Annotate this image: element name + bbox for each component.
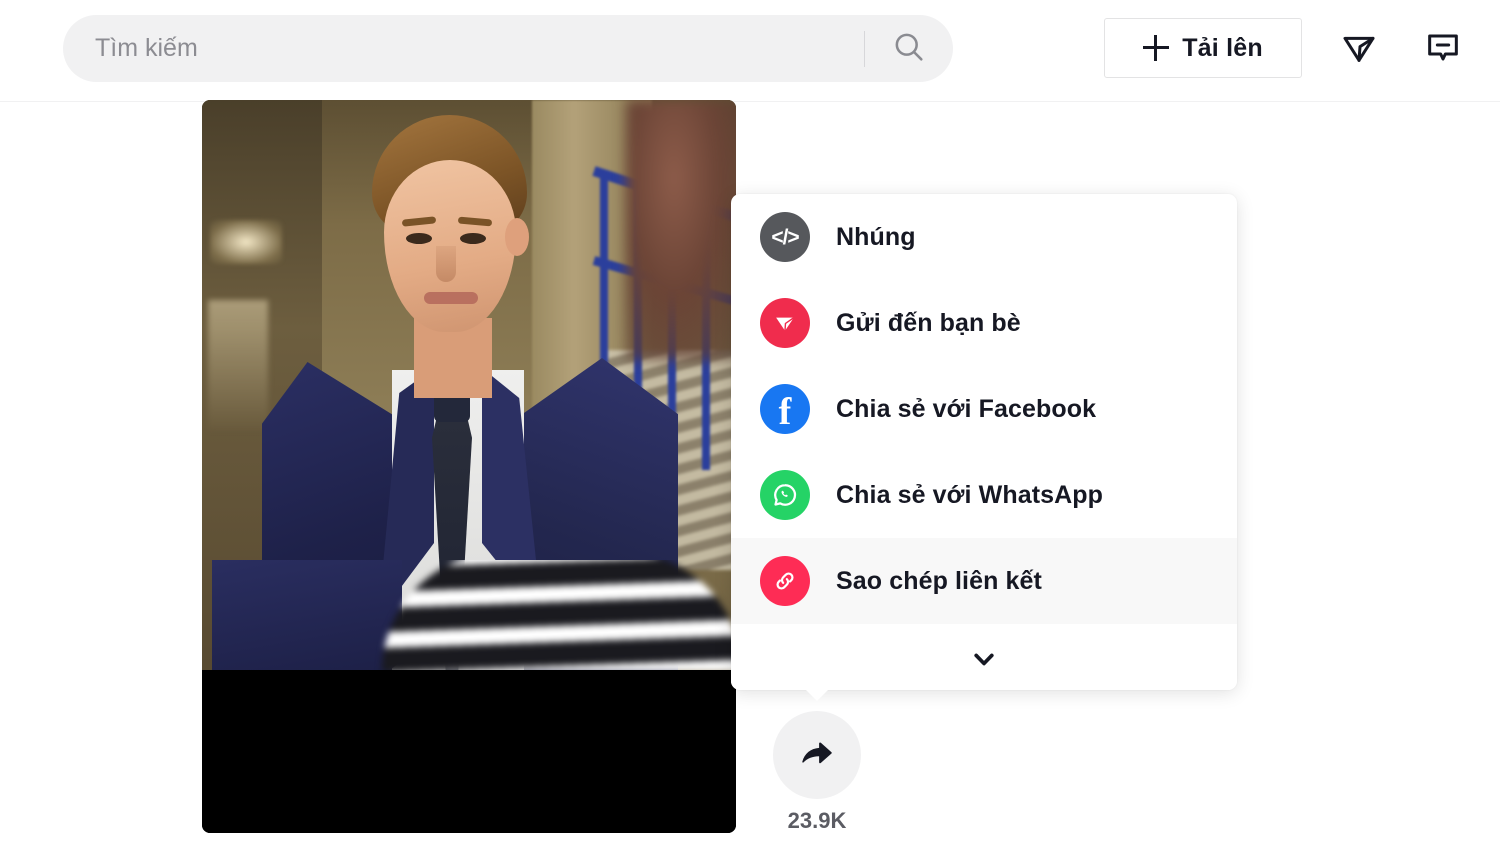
tiktok-video-page: Tải lên xyxy=(0,0,1500,844)
share-item-label: Nhúng xyxy=(836,222,916,251)
code-embed-icon: </> xyxy=(760,212,810,262)
share-button[interactable] xyxy=(773,711,861,799)
share-item-whatsapp[interactable]: Chia sẻ với WhatsApp xyxy=(731,452,1237,538)
expand-more-button[interactable] xyxy=(731,630,1237,690)
messages-button[interactable] xyxy=(1414,20,1472,78)
whatsapp-icon xyxy=(760,470,810,520)
send-triangle-icon xyxy=(1339,28,1379,71)
share-arrow-icon xyxy=(796,733,838,778)
upload-button[interactable]: Tải lên xyxy=(1104,18,1302,78)
message-bubble-icon xyxy=(1423,28,1463,71)
facebook-icon: f xyxy=(760,384,810,434)
share-item-label: Chia sẻ với WhatsApp xyxy=(836,480,1104,509)
search-icon xyxy=(891,29,927,68)
plus-icon xyxy=(1143,35,1170,61)
share-item-embed[interactable]: </> Nhúng xyxy=(731,194,1237,280)
share-item-copy-link[interactable]: Sao chép liên kết xyxy=(731,538,1237,624)
share-count-label: 23.9K xyxy=(787,808,847,833)
share-item-facebook[interactable]: f Chia sẻ với Facebook xyxy=(731,366,1237,452)
share-menu-panel: </> Nhúng Gửi đến bạn bè f Chia sẻ với F… xyxy=(731,194,1237,690)
link-chain-icon xyxy=(760,556,810,606)
video-player[interactable] xyxy=(202,100,736,833)
share-item-label: Sao chép liên kết xyxy=(836,566,1042,595)
upload-button-label: Tải lên xyxy=(1182,33,1263,62)
share-item-label: Chia sẻ với Facebook xyxy=(836,394,1097,423)
paper-plane-icon xyxy=(760,298,810,348)
top-navigation-bar: Tải lên xyxy=(0,0,1500,102)
share-panel-pointer xyxy=(800,684,834,701)
inbox-button[interactable] xyxy=(1330,20,1388,78)
share-menu-list: </> Nhúng Gửi đến bạn bè f Chia sẻ với F… xyxy=(731,194,1237,624)
search-input[interactable] xyxy=(63,15,864,82)
search-button[interactable] xyxy=(865,15,953,82)
search-bar[interactable] xyxy=(63,15,953,82)
video-frame-image xyxy=(202,100,736,670)
share-item-send-to-friends[interactable]: Gửi đến bạn bè xyxy=(731,280,1237,366)
share-item-label: Gửi đến bạn bè xyxy=(836,308,1021,337)
video-letterbox xyxy=(202,670,736,833)
chevron-down-icon xyxy=(967,642,1001,679)
